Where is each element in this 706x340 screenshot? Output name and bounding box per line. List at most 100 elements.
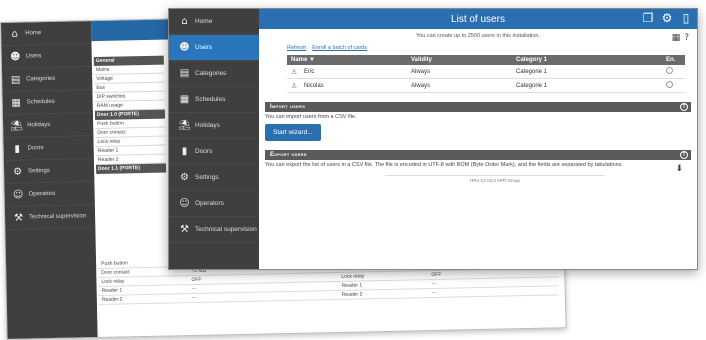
door11-header: Door 1.1 (PORTE) xyxy=(96,163,167,175)
sidebar-item-label: Users xyxy=(195,44,212,51)
wrench-icon: ⚒ xyxy=(180,224,189,235)
users-table: Name ▼ Validity Category 1 En. ♙ Eric Always C… xyxy=(287,55,685,93)
sidebar-item-categories[interactable]: ▤ Categories xyxy=(169,61,259,87)
gear-icon: ⚙ xyxy=(13,166,23,178)
user-name-cell: ♙ Nicolas xyxy=(287,78,407,93)
user-name: Nicolas xyxy=(304,83,324,90)
import-header-label: Import users xyxy=(270,104,306,110)
title-bar: List of users ❐ ⚙ ▯ xyxy=(259,9,697,29)
column-header[interactable]: En. xyxy=(662,55,685,65)
table-row[interactable]: ♙ Eric Always Categorie 1 xyxy=(287,65,685,79)
sidebar-item-home[interactable]: ⌂ Home xyxy=(1,21,92,46)
sidebar-item-label: Schedules xyxy=(195,96,226,103)
sidebar-item-label: Settings xyxy=(28,167,50,175)
sidebar-item-operators[interactable]: ☺ Operators xyxy=(4,182,95,207)
sidebar-item-doors[interactable]: ▮ Doors xyxy=(3,136,94,161)
gear-icon: ⚙ xyxy=(180,172,189,183)
sidebar-item-schedules[interactable]: ▦ Schedules xyxy=(169,87,259,113)
wrench-icon: ⚒ xyxy=(14,212,24,224)
users-icon: ☻ xyxy=(179,42,190,53)
sidebar-item-holidays[interactable]: ⛱ Holidays xyxy=(2,113,94,138)
home-icon: ⌂ xyxy=(181,16,188,27)
table-cell: Always xyxy=(407,78,512,93)
person-icon: ♙ xyxy=(291,81,298,90)
user-name: Eric xyxy=(304,69,315,76)
help-icon[interactable]: ? xyxy=(680,103,688,111)
export-section-header: Export users ? xyxy=(265,150,691,160)
back-sidebar: ⌂ Home ☻ Users ▤ Categories ▦ Schedules ⛱ Holiday… xyxy=(1,21,98,339)
sidebar-item-label: Categories xyxy=(195,70,227,77)
sidebar-item-label: Users xyxy=(25,53,42,60)
export-text: You can export the list of users in a CS… xyxy=(265,162,623,168)
sidebar-item-label: Operators xyxy=(28,190,56,198)
refresh-link[interactable]: Refresh xyxy=(287,45,306,51)
sidebar-item-label: Settings xyxy=(195,174,219,181)
sidebar-item-home[interactable]: ⌂ Home xyxy=(169,9,259,35)
calendar-icon: ▦ xyxy=(179,94,190,105)
help-icon[interactable]: ? xyxy=(680,151,688,159)
sidebar-item-label: Operators xyxy=(195,200,224,207)
door-icon: ▮ xyxy=(181,146,188,157)
start-wizard-button[interactable]: Start wizard... xyxy=(265,124,321,141)
sidebar-item-settings[interactable]: ⚙ Settings xyxy=(3,159,95,184)
sidebar-item-label: Technical supervision xyxy=(195,226,257,233)
sidebar-item-users[interactable]: ☻ Users xyxy=(1,44,92,69)
table-cell: — xyxy=(431,289,437,297)
users-icon: ☻ xyxy=(9,51,21,63)
sidebar-item-label: Home xyxy=(195,18,213,25)
download-icon[interactable]: ⬇ xyxy=(675,164,683,174)
sidebar-item-label: Technical supervision xyxy=(29,213,87,221)
column-header[interactable]: Category 1 xyxy=(512,55,662,65)
footer-version: HR4 V2.02.0 APR Group xyxy=(385,175,605,183)
table-cell: — xyxy=(191,294,197,302)
categories-icon: ▤ xyxy=(179,68,190,79)
calendar-icon: ▦ xyxy=(11,97,22,109)
sidebar-item-label: Schedules xyxy=(26,98,55,106)
enabled-indicator-icon[interactable] xyxy=(666,81,673,88)
enabled-indicator-icon[interactable] xyxy=(666,67,673,74)
operators-icon: ☺ xyxy=(12,189,24,201)
person-icon: ♙ xyxy=(291,67,298,76)
front-sidebar: ⌂ Home ☻ Users ▤ Categories ▦ Schedules ⛱ Holiday… xyxy=(169,9,259,269)
sidebar-item-holidays[interactable]: ⛱ Holidays xyxy=(169,113,259,139)
sidebar-item-schedules[interactable]: ▦ Schedules xyxy=(2,90,93,115)
home-icon: ⌂ xyxy=(11,28,19,40)
copy-icon[interactable]: ❐ xyxy=(641,11,655,25)
holidays-icon: ⛱ xyxy=(178,120,191,131)
operators-icon: ☺ xyxy=(179,198,190,209)
table-cell: Always xyxy=(407,65,512,79)
table-cell: Categorie 1 xyxy=(512,78,662,93)
enabled-cell[interactable] xyxy=(662,78,685,93)
enabled-cell[interactable] xyxy=(662,65,685,79)
sidebar-item-label: Home xyxy=(25,30,42,37)
screenshot-stage: ⌂ Home ☻ Users ▤ Categories ▦ Schedules ⛱ Holiday… xyxy=(0,0,706,340)
door-icon: ▮ xyxy=(14,143,21,155)
column-header[interactable]: Validity xyxy=(407,55,512,65)
front-window: ⌂ Home ☻ Users ▤ Categories ▦ Schedules ⛱ Holiday… xyxy=(168,8,698,270)
sidebar-item-technical-supervision[interactable]: ⚒ Technical supervision xyxy=(169,217,259,243)
page-title: List of users xyxy=(451,13,505,25)
export-header-label: Export users xyxy=(270,152,307,158)
sidebar-item-doors[interactable]: ▮ Doors xyxy=(169,139,259,165)
sidebar-item-label: Doors xyxy=(27,145,44,152)
sidebar-item-categories[interactable]: ▤ Categories xyxy=(1,67,93,92)
table-cell: Reader 2 xyxy=(101,296,123,303)
sidebar-item-users[interactable]: ☻ Users xyxy=(169,35,259,61)
grid-icon[interactable]: ▦ xyxy=(672,33,681,43)
sidebar-item-label: Categories xyxy=(26,75,56,83)
help-icon[interactable]: ? xyxy=(684,33,689,43)
user-limit-note: You can create up to 2500 users in this … xyxy=(416,33,540,39)
table-row[interactable]: ♙ Nicolas Always Categorie 1 xyxy=(287,78,685,93)
enroll-cards-link[interactable]: Enroll a batch of cards xyxy=(312,45,367,51)
import-text: You can import users from a CSV file. xyxy=(265,114,357,120)
main-content: ▦ ? You can create up to 2500 users in t… xyxy=(259,29,697,269)
import-section-header: Import users ? xyxy=(265,102,691,112)
sidebar-item-operators[interactable]: ☺ Operators xyxy=(169,191,259,217)
back-status-panel: General Mains Voltage Bus DIP switches RAM u… xyxy=(93,55,167,175)
sidebar-item-technical-supervision[interactable]: ⚒ Technical supervision xyxy=(4,205,96,230)
gear-icon[interactable]: ⚙ xyxy=(660,11,674,25)
table-cell: Categorie 1 xyxy=(512,65,662,79)
logout-icon[interactable]: ▯ xyxy=(679,11,693,25)
sidebar-item-settings[interactable]: ⚙ Settings xyxy=(169,165,259,191)
column-header[interactable]: Name ▼ xyxy=(287,55,407,65)
